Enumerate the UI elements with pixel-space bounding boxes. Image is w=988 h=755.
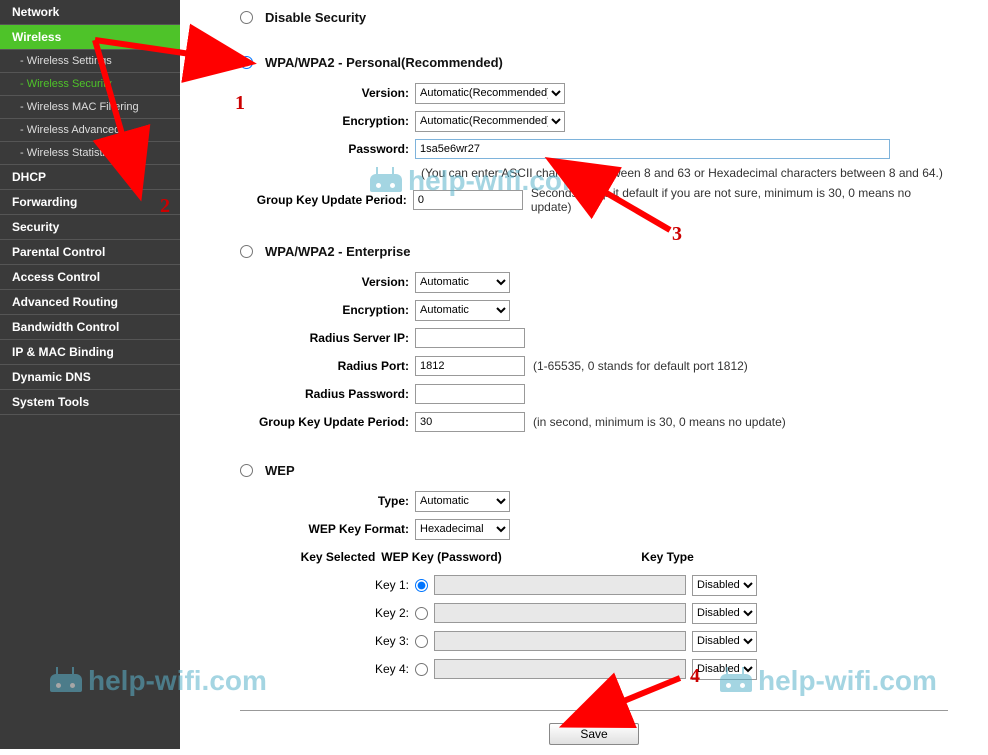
input-key3[interactable]: [434, 631, 686, 651]
select-wep-format[interactable]: Hexadecimal: [415, 519, 510, 540]
select-key1-type[interactable]: Disabled: [692, 575, 757, 596]
label-wep-format: WEP Key Format:: [240, 522, 415, 536]
label-wep-type: Type:: [240, 494, 415, 508]
header-key-type: Key Type: [641, 550, 693, 564]
nav-wireless-mac-filtering[interactable]: - Wireless MAC Filtering: [0, 96, 180, 119]
input-key1[interactable]: [434, 575, 686, 595]
label-key3: Key 3:: [240, 634, 415, 648]
select-ent-version[interactable]: Automatic: [415, 272, 510, 293]
radio-wep[interactable]: [240, 464, 253, 477]
input-radius-ip[interactable]: [415, 328, 525, 348]
label-personal-encryption: Encryption:: [240, 114, 415, 128]
main-panel: Disable Security WPA/WPA2 - Personal(Rec…: [190, 0, 988, 755]
nav-system-tools[interactable]: System Tools: [0, 390, 180, 415]
hint-personal-groupkey: Seconds(Keep it default if you are not s…: [531, 186, 948, 214]
nav-security[interactable]: Security: [0, 215, 180, 240]
label-key1: Key 1:: [240, 578, 415, 592]
nav-advanced-routing[interactable]: Advanced Routing: [0, 290, 180, 315]
label-wep: WEP: [265, 463, 295, 478]
radio-key4[interactable]: [415, 663, 428, 676]
nav-dynamic-dns[interactable]: Dynamic DNS: [0, 365, 180, 390]
radio-key3[interactable]: [415, 635, 428, 648]
label-wpa-enterprise: WPA/WPA2 - Enterprise: [265, 244, 410, 259]
nav-wireless-statistics[interactable]: - Wireless Statistics: [0, 142, 180, 165]
input-personal-password[interactable]: [415, 139, 890, 159]
select-ent-encryption[interactable]: Automatic: [415, 300, 510, 321]
label-key4: Key 4:: [240, 662, 415, 676]
radio-key1[interactable]: [415, 579, 428, 592]
select-personal-encryption[interactable]: Automatic(Recommended): [415, 111, 565, 132]
label-key-selected: Key Selected: [240, 550, 381, 564]
annotation-3: 3: [672, 223, 682, 246]
radio-key2[interactable]: [415, 607, 428, 620]
label-personal-password: Password:: [240, 142, 415, 156]
label-ent-encryption: Encryption:: [240, 303, 415, 317]
save-button[interactable]: Save: [549, 723, 639, 745]
input-ent-groupkey[interactable]: [415, 412, 525, 432]
hint-ent-groupkey: (in second, minimum is 30, 0 means no up…: [533, 415, 786, 429]
hint-radius-port: (1-65535, 0 stands for default port 1812…: [533, 359, 748, 373]
select-key4-type[interactable]: Disabled: [692, 659, 757, 680]
nav-access-control[interactable]: Access Control: [0, 265, 180, 290]
label-radius-port: Radius Port:: [240, 359, 415, 373]
hint-personal-password: (You can enter ASCII characters between …: [421, 166, 948, 180]
header-wep-key: WEP Key (Password): [381, 550, 641, 564]
nav-bandwidth-control[interactable]: Bandwidth Control: [0, 315, 180, 340]
annotation-1: 1: [235, 92, 245, 115]
label-radius-ip: Radius Server IP:: [240, 331, 415, 345]
label-disable-security: Disable Security: [265, 10, 366, 25]
annotation-4: 4: [690, 665, 700, 688]
input-key2[interactable]: [434, 603, 686, 623]
input-radius-port[interactable]: [415, 356, 525, 376]
divider: [240, 710, 948, 711]
nav-forwarding[interactable]: Forwarding: [0, 190, 180, 215]
nav-wireless-advanced[interactable]: - Wireless Advanced: [0, 119, 180, 142]
select-personal-version[interactable]: Automatic(Recommended): [415, 83, 565, 104]
radio-wpa-personal[interactable]: [240, 56, 253, 69]
label-personal-groupkey: Group Key Update Period:: [240, 193, 413, 207]
sidebar: Network Wireless - Wireless Settings - W…: [0, 0, 180, 749]
label-wpa-personal: WPA/WPA2 - Personal(Recommended): [265, 55, 503, 70]
annotation-2: 2: [160, 195, 170, 218]
radio-disable-security[interactable]: [240, 11, 253, 24]
label-key2: Key 2:: [240, 606, 415, 620]
radio-wpa-enterprise[interactable]: [240, 245, 253, 258]
select-key2-type[interactable]: Disabled: [692, 603, 757, 624]
input-radius-pwd[interactable]: [415, 384, 525, 404]
nav-wireless-security[interactable]: - Wireless Security: [0, 73, 180, 96]
select-wep-type[interactable]: Automatic: [415, 491, 510, 512]
nav-network[interactable]: Network: [0, 0, 180, 25]
label-ent-version: Version:: [240, 275, 415, 289]
select-key3-type[interactable]: Disabled: [692, 631, 757, 652]
input-key4[interactable]: [434, 659, 686, 679]
nav-parental-control[interactable]: Parental Control: [0, 240, 180, 265]
nav-ip-mac-binding[interactable]: IP & MAC Binding: [0, 340, 180, 365]
nav-wireless-settings[interactable]: - Wireless Settings: [0, 50, 180, 73]
input-personal-groupkey[interactable]: [413, 190, 523, 210]
nav-wireless[interactable]: Wireless: [0, 25, 180, 50]
label-radius-pwd: Radius Password:: [240, 387, 415, 401]
nav-dhcp[interactable]: DHCP: [0, 165, 180, 190]
label-ent-groupkey: Group Key Update Period:: [240, 415, 415, 429]
label-personal-version: Version:: [240, 86, 415, 100]
